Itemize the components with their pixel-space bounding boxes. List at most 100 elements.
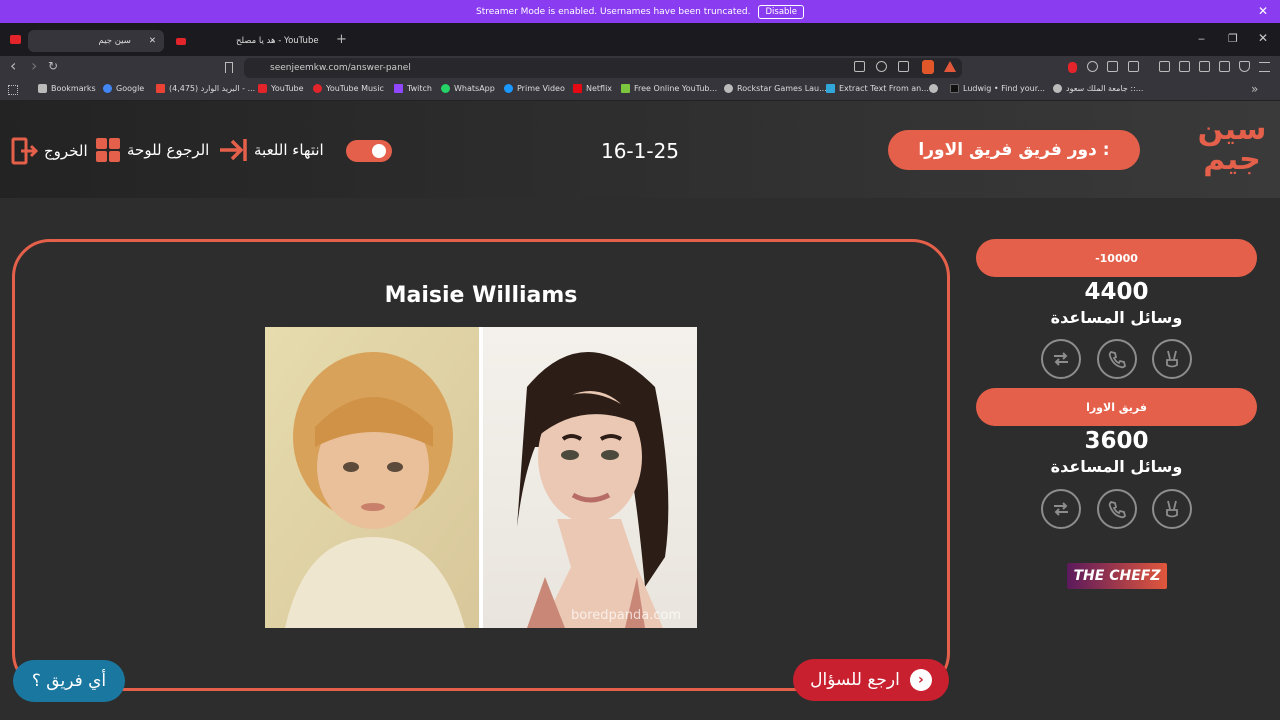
globe-icon (724, 84, 733, 93)
apps-grid-icon[interactable] (8, 85, 18, 95)
exit-door-icon (11, 137, 38, 165)
tab-close-icon[interactable]: ✕ (149, 36, 156, 46)
timer-toggle[interactable] (346, 140, 392, 162)
screenshot-icon[interactable] (1128, 61, 1139, 72)
turn-team: فريق الاورا (918, 140, 1013, 160)
bookmark-folder[interactable]: Bookmarks (38, 84, 96, 93)
gmail-icon (156, 84, 165, 93)
puzzle-icon[interactable] (1107, 61, 1118, 72)
menu-icon[interactable] (1259, 62, 1270, 72)
game-app: الخروج الرجوع للوحة انتهاء اللعبة 16-1-2 (0, 101, 1280, 720)
exit-label: الخروج (44, 142, 88, 160)
back-to-board-label: الرجوع للوحة (127, 141, 210, 159)
team2-swap-icon[interactable] (1041, 489, 1081, 529)
minimize-button[interactable]: ‒ (1198, 32, 1205, 45)
browser-menu-icon[interactable] (10, 35, 21, 44)
disable-button[interactable]: Disable (758, 4, 805, 19)
twitch-icon (394, 84, 403, 93)
bookmark-youtube[interactable]: YouTube (258, 84, 304, 93)
forward-button[interactable]: › (31, 56, 37, 75)
back-to-board-button[interactable]: الرجوع للوحة (95, 137, 209, 163)
brave-rewards-icon[interactable] (944, 61, 956, 72)
sponsor-logo: THE CHEFZ (1067, 563, 1167, 589)
team2-name: فريق الاورا (976, 388, 1257, 426)
bookmark-prime-video[interactable]: Prime Video (504, 84, 565, 93)
bookmark-globe[interactable] (929, 84, 942, 93)
ludwig-icon (950, 84, 959, 93)
tab-label: هد يا مصلح - YouTube (236, 36, 319, 46)
bookmark-label: WhatsApp (454, 84, 495, 93)
which-team-button[interactable]: أي فريق ؟ (13, 660, 125, 702)
bookmark-icon[interactable] (225, 62, 233, 73)
end-game-button[interactable]: انتهاء اللعبة (218, 137, 324, 163)
extract-text-icon (826, 84, 835, 93)
team1-phone-icon[interactable] (1097, 339, 1137, 379)
bookmark-label: Netflix (586, 84, 613, 93)
bookmark-whatsapp[interactable]: WhatsApp (441, 84, 495, 93)
team1-score: 4400 (1084, 279, 1149, 305)
end-game-label: انتهاء اللعبة (254, 141, 324, 159)
bookmark-netflix[interactable]: Netflix (573, 84, 612, 93)
tab-seen-jeem[interactable]: سين جيم ✕ (28, 30, 164, 52)
tab-strip: سين جيم ✕ هد يا مصلح - YouTube + ‒ ❐ ✕ (0, 23, 1280, 56)
bookmark-twitch[interactable]: Twitch (394, 84, 432, 93)
translate-icon[interactable] (854, 61, 865, 72)
extension-red-icon[interactable] (1068, 62, 1077, 73)
globe-icon (929, 84, 938, 93)
sidebar-icon[interactable] (1179, 61, 1190, 72)
turn-indicator: فريق الاورا دور فريق : (888, 130, 1140, 170)
team2-score: 3600 (1084, 428, 1149, 454)
bookmark-free-youtube[interactable]: Free Online YouTub... (621, 84, 717, 93)
team2-victory-hand-icon[interactable] (1152, 489, 1192, 529)
extension-icon[interactable] (1087, 61, 1098, 72)
banner-text: Streamer Mode is enabled. Usernames have… (475, 6, 751, 17)
back-to-question-button[interactable]: ارجع للسؤال › (793, 659, 949, 701)
back-button[interactable]: ‹ (10, 56, 16, 75)
bookmark-extract-text[interactable]: Extract Text From an... (826, 84, 929, 93)
bookmark-label: Bookmarks (51, 84, 96, 93)
exit-button[interactable]: الخروج (10, 137, 88, 165)
reload-button[interactable]: ↻ (48, 59, 58, 73)
banner-close-icon[interactable]: ✕ (1258, 4, 1268, 18)
team2-phone-icon[interactable] (1097, 489, 1137, 529)
tab-youtube[interactable]: هد يا مصلح - YouTube (168, 30, 328, 52)
more-bookmarks-icon[interactable]: » (1251, 82, 1258, 96)
leo-ai-icon[interactable] (1219, 61, 1230, 72)
wallet-icon[interactable] (1199, 61, 1210, 72)
whatsapp-icon (441, 84, 450, 93)
bookmark-youtube-music[interactable]: YouTube Music (313, 84, 384, 93)
zoom-icon[interactable] (876, 61, 887, 72)
bookmark-rockstar[interactable]: Rockstar Games Lau... (724, 84, 827, 93)
restore-button[interactable]: ❐ (1228, 32, 1238, 45)
bookmark-label: Prime Video (517, 84, 565, 93)
team1-swap-icon[interactable] (1041, 339, 1081, 379)
bookmark-ludwig[interactable]: Ludwig • Find your... (950, 84, 1045, 93)
streamer-mode-banner: Streamer Mode is enabled. Usernames have… (0, 0, 1280, 23)
youtube-icon (176, 37, 186, 45)
youtube-music-icon (313, 84, 322, 93)
chevron-right-icon: › (909, 669, 932, 691)
download-icon (621, 84, 630, 93)
music-icon[interactable] (1159, 61, 1170, 72)
share-icon[interactable] (898, 61, 909, 72)
answer-image: boredpanda.com (265, 327, 697, 628)
team1-aids-label: وسائل المساعدة (1050, 308, 1183, 327)
team1-victory-hand-icon[interactable] (1152, 339, 1192, 379)
answer-title: Maisie Williams (384, 283, 578, 308)
toggle-knob (372, 144, 386, 158)
seen-jeem-logo: سين جيم (1197, 112, 1267, 177)
bookmark-gmail[interactable]: (4,475) البريد الوارد - ... (156, 84, 255, 93)
window-close-button[interactable]: ✕ (1258, 31, 1268, 45)
url-text: seenjeemkw.com/answer-panel (270, 63, 411, 73)
vpn-icon[interactable] (1239, 61, 1250, 72)
netflix-icon (573, 84, 582, 93)
youtube-icon (258, 84, 267, 93)
bookmark-google[interactable]: Google (103, 84, 144, 93)
back-to-question-label: ارجع للسؤال (810, 670, 900, 690)
bookmark-ksu[interactable]: جامعة الملك سعود ::... (1053, 84, 1143, 93)
game-date: 16-1-25 (600, 139, 680, 163)
new-tab-button[interactable]: + (336, 32, 347, 47)
team2-aids-label: وسائل المساعدة (1050, 457, 1183, 476)
brave-shield-icon[interactable] (922, 60, 934, 74)
bookmark-label: جامعة الملك سعود ::... (1066, 84, 1144, 93)
